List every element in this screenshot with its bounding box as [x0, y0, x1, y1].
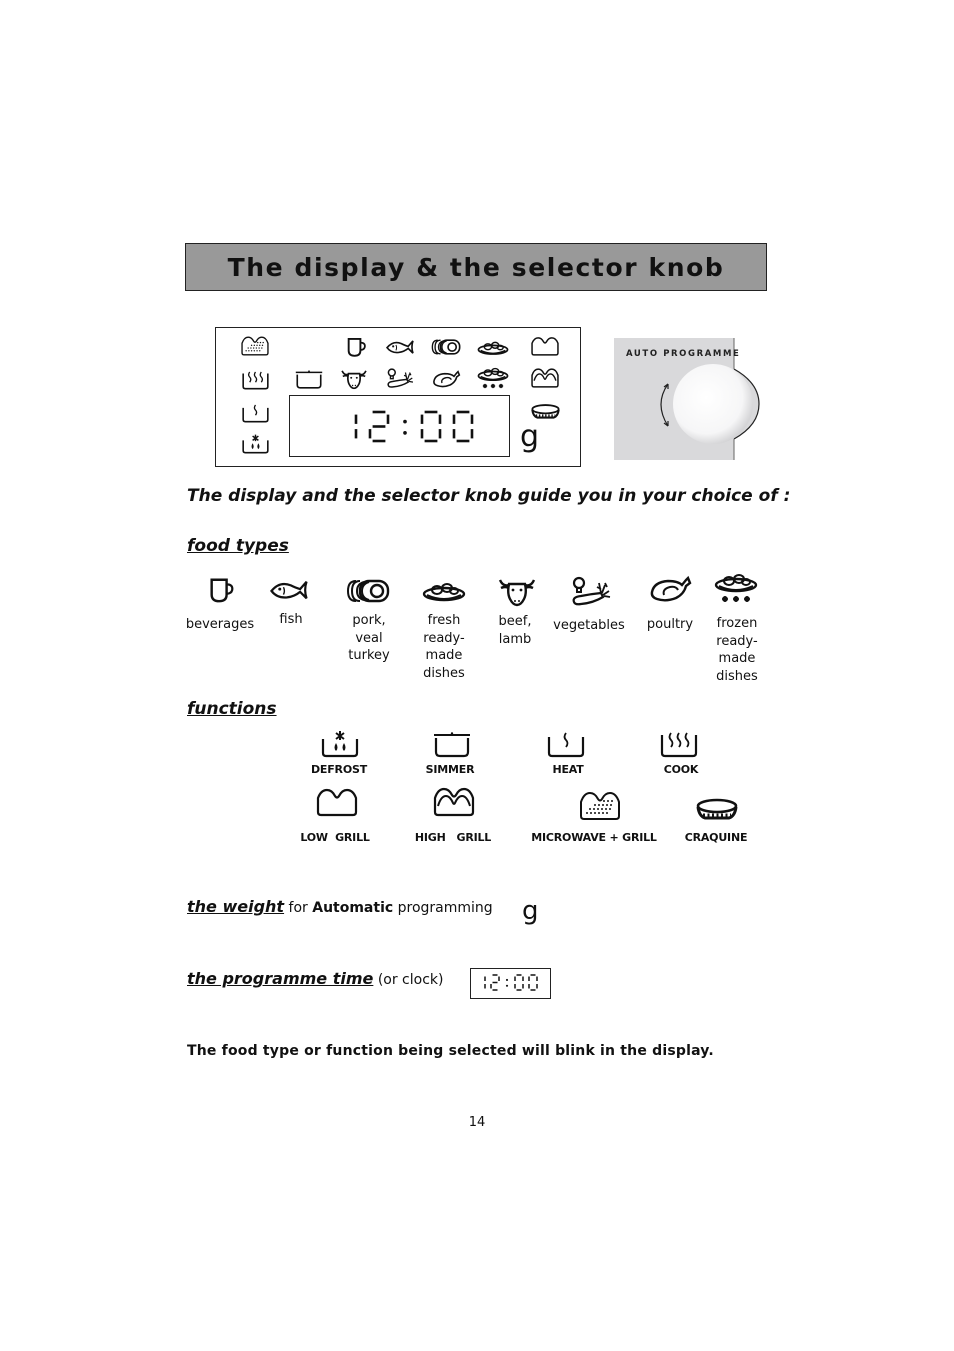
rotate-arrow-icon: [660, 383, 669, 427]
weight-text-programming: programming: [397, 900, 493, 916]
poultry-icon: [648, 574, 692, 604]
blink-note: The food type or function being selected…: [187, 1043, 714, 1059]
frozen-ready-made-dishes-icon: [714, 572, 758, 604]
cook-icon: [659, 729, 699, 759]
poultry-icon: [431, 369, 461, 389]
page-title: The display & the selector knob: [227, 252, 725, 282]
function-label: SIMMER: [425, 763, 475, 776]
colon-dot: [403, 431, 407, 435]
food-type-label: vegetables: [544, 617, 634, 635]
intro-text: The display and the selector knob guide …: [187, 486, 791, 506]
fish-icon: [268, 578, 310, 602]
heat-icon: [241, 402, 270, 424]
function-label: DEFROST: [310, 763, 368, 776]
programme-time-heading: the programme time: [187, 969, 374, 988]
food-type-label: frozen ready-made dishes: [692, 615, 782, 685]
fresh-ready-made-dishes-icon: [422, 578, 466, 604]
time-display: [289, 395, 510, 457]
weight-unit-indicator: g: [520, 419, 540, 454]
function-label: LOW GRILL: [300, 831, 370, 844]
weight-unit-symbol: g: [522, 896, 539, 926]
food-type-label-line: dishes: [423, 665, 465, 681]
function-label: COOK: [663, 763, 699, 776]
beverages-icon: [207, 576, 235, 604]
function-label: MICROWAVE + GRILL: [531, 831, 657, 844]
food-type-label-line: frozen: [716, 616, 758, 631]
weight-heading: the weight: [187, 897, 285, 916]
colon-dot: [505, 984, 509, 987]
beef-lamb-icon: [497, 575, 537, 607]
microwave-grill-icon: [578, 790, 622, 822]
digit-2: [368, 410, 390, 443]
frozen-ready-made-dishes-icon: [477, 366, 509, 390]
fish-icon: [385, 338, 415, 356]
fresh-ready-made-dishes-icon: [477, 338, 509, 357]
low-grill-icon: [530, 335, 560, 357]
digit-0: [420, 410, 442, 443]
high-grill-icon: [432, 786, 476, 818]
digit-0: [452, 410, 474, 443]
programme-time-display: [470, 968, 551, 999]
defrost-icon: [320, 729, 360, 759]
pork-veal-turkey-icon: [431, 338, 461, 356]
food-type-label-line: vegetables: [553, 618, 625, 633]
seven-segment-time: [354, 410, 474, 443]
weight-text-for: for: [288, 900, 308, 916]
function-label: HEAT: [552, 763, 584, 776]
simmer-icon: [432, 729, 472, 759]
page-number: 14: [468, 1115, 486, 1130]
selector-knob[interactable]: [673, 364, 753, 444]
functions-heading: functions: [187, 699, 277, 719]
weight-text-automatic: Automatic: [312, 900, 394, 916]
knob-label: AUTO PROGRAMME: [626, 349, 741, 359]
programme-time-text: (or clock): [377, 972, 444, 988]
colon-dot: [403, 419, 407, 424]
heat-icon: [546, 729, 586, 759]
food-type-label-line: fish: [279, 612, 303, 627]
vegetables-icon: [569, 575, 613, 607]
weight-row: the weight for Automatic programming: [187, 897, 493, 916]
colon-dot: [505, 978, 509, 981]
seven-segment-time-small: [484, 974, 538, 991]
page-title-bar: The display & the selector knob: [185, 243, 767, 291]
defrost-icon: [241, 433, 270, 455]
function-label: CRAQUINE: [684, 831, 748, 844]
food-type-label-line: made: [425, 648, 463, 663]
food-types-heading: food types: [187, 536, 289, 556]
food-type-label: fish: [246, 611, 336, 629]
food-type-label-line: made: [718, 651, 756, 666]
beverages-icon: [345, 336, 367, 358]
programme-time-row: the programme time (or clock): [187, 969, 443, 988]
pork-veal-turkey-icon: [346, 578, 390, 604]
cook-icon: [241, 369, 270, 391]
craquine-icon: [695, 797, 739, 823]
simmer-icon: [294, 368, 324, 390]
digit-0: [514, 974, 524, 991]
food-type-label-line: ready-: [716, 633, 758, 649]
high-grill-icon: [530, 367, 560, 389]
beef-lamb-icon: [340, 367, 368, 390]
microwave-grill-icon: [240, 335, 270, 357]
vegetables-icon: [385, 367, 415, 389]
digit-2: [490, 974, 500, 991]
food-type-label-line: dishes: [716, 668, 758, 684]
function-label: HIGH GRILL: [414, 831, 492, 844]
digit-0: [528, 974, 538, 991]
low-grill-icon: [315, 786, 359, 818]
